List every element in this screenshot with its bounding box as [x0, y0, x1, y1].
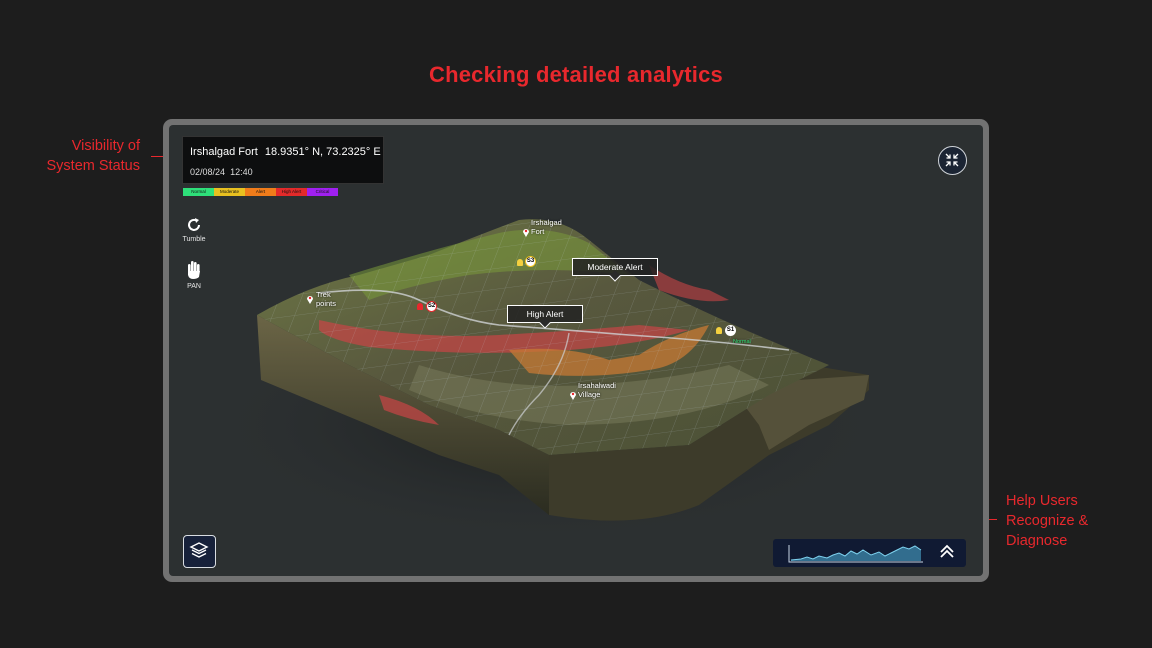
map-viewport[interactable]: Irshalgad Fort 18.9351° N, 73.2325° E 02/… [169, 125, 983, 576]
hand-icon [188, 261, 200, 279]
trek-label-line2: points [316, 299, 337, 308]
tumble-tool[interactable]: Tumble [176, 217, 212, 243]
status-location: Irshalgad Fort [190, 146, 258, 158]
legend-moderate: Moderate [214, 188, 245, 196]
annotation-right-line2: Recognize & [1006, 513, 1089, 529]
trek-location-pin-icon[interactable] [306, 294, 314, 304]
status-time: 12:40 [230, 167, 253, 177]
sensor-s2-bulb-icon [417, 303, 423, 310]
annotation-right-line3: Diagnose [1006, 533, 1068, 549]
layers-button[interactable] [183, 535, 216, 568]
status-coordinates: 18.9351° N, 73.2325° E [264, 146, 381, 158]
fort-label-line2: Fort [531, 227, 545, 236]
rotate-icon [188, 218, 200, 231]
status-datetime: 02/08/24 12:40 [190, 167, 253, 177]
high-alert-callout[interactable]: High Alert [507, 305, 583, 323]
trek-label-line1: Trek [316, 290, 331, 299]
legend-critical: Critical [307, 188, 338, 196]
village-label-line1: Irsahalwadi [578, 381, 616, 390]
fort-label: Irshalgad Fort [531, 218, 562, 236]
legend-high-alert: High Alert [276, 188, 307, 196]
tablet-frame: Irshalgad Fort 18.9351° N, 73.2325° E 02/… [163, 119, 989, 582]
legend-normal: Normal [183, 188, 214, 196]
status-title: Irshalgad Fort 18.9351° N, 73.2325° E [190, 146, 381, 158]
annotation-right-line1: Help Users [1006, 493, 1078, 509]
moderate-alert-callout[interactable]: Moderate Alert [572, 258, 658, 276]
sensor-s1-status: Normal [733, 339, 751, 345]
sensor-s2-marker[interactable]: S2 [426, 301, 437, 312]
annotation-left-line2: System Status [46, 158, 140, 174]
trek-label: Trek points [316, 290, 336, 308]
sparkline-chart [788, 545, 923, 563]
village-location-pin-icon[interactable] [569, 390, 577, 400]
legend-alert: Alert [245, 188, 276, 196]
fort-location-pin-icon[interactable] [522, 227, 530, 237]
fort-label-line1: Irshalgad [531, 218, 562, 227]
annotation-system-status: Visibility of System Status [20, 136, 140, 176]
tumble-label: Tumble [182, 236, 206, 243]
layers-icon [189, 542, 209, 558]
collapse-button[interactable] [938, 146, 967, 175]
sensor-s3-marker[interactable]: S3 [525, 256, 536, 267]
village-label-line2: Village [578, 390, 601, 399]
pan-tool[interactable]: PAN [176, 260, 212, 290]
page-headline: Checking detailed analytics [429, 62, 723, 87]
sensor-s1-bulb-icon [716, 327, 722, 334]
risk-legend: Normal Moderate Alert High Alert Critica… [183, 188, 338, 196]
collapse-arrows-icon [945, 153, 959, 167]
sensor-s3-bulb-icon [517, 259, 523, 266]
annotation-diagnose: Help Users Recognize & Diagnose [1006, 491, 1136, 551]
status-date: 02/08/24 [190, 167, 226, 177]
village-label: Irsahalwadi Village [578, 381, 616, 399]
chevron-up-icon[interactable] [937, 543, 957, 563]
sensor-s1-marker[interactable]: S1 [725, 325, 736, 336]
status-panel: Irshalgad Fort 18.9351° N, 73.2325° E 02/… [182, 136, 384, 184]
annotation-left-line1: Visibility of [71, 138, 140, 154]
sensor-timeline-panel[interactable] [773, 539, 966, 567]
pan-label: PAN [187, 283, 201, 290]
